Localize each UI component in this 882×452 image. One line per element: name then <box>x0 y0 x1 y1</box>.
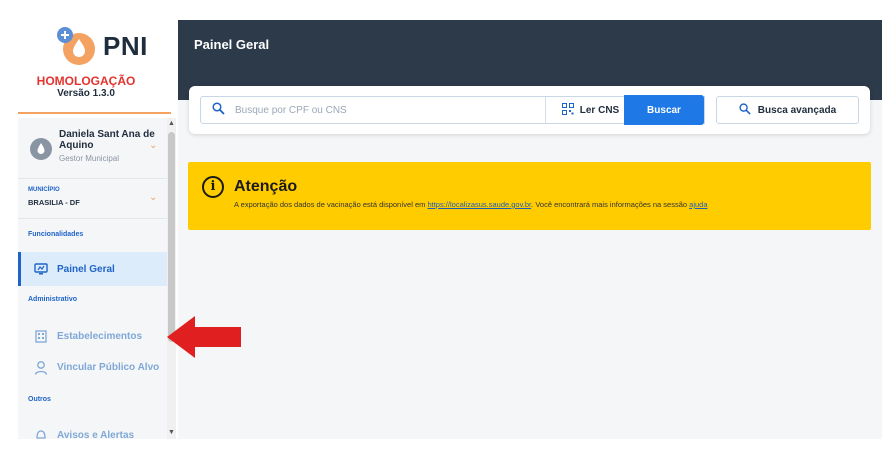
main-content <box>178 100 882 439</box>
avatar <box>30 138 52 160</box>
user-name: Daniela Sant Ana de Aquino <box>59 129 155 151</box>
user-menu[interactable]: Daniela Sant Ana de Aquino Gestor Munici… <box>18 120 167 176</box>
search-icon <box>739 102 751 118</box>
chevron-down-icon[interactable]: ⌄ <box>149 192 157 203</box>
ler-cns-button[interactable]: Ler CNS <box>546 97 635 123</box>
help-link[interactable]: ajuda <box>689 200 707 209</box>
divider <box>18 178 167 179</box>
search-icon <box>212 102 225 118</box>
sidebar-item-vincular-publico-alvo[interactable]: Vincular Público Alvo <box>18 350 167 384</box>
environment-label: HOMOLOGAÇÃO <box>36 74 136 88</box>
alert-message: A exportação dos dados de vacinação está… <box>234 200 708 209</box>
busca-avancada-label: Busca avançada <box>757 104 837 116</box>
brand-divider <box>18 112 171 114</box>
pni-logo-icon <box>57 27 95 65</box>
search-input[interactable] <box>235 104 515 116</box>
qr-code-icon <box>561 102 574 118</box>
sidebar-scrollbar[interactable]: ▲ ▼ <box>167 118 176 439</box>
brand-name: PNI <box>103 30 148 61</box>
sidebar-item-label: Painel Geral <box>57 263 115 275</box>
search-card: Ler CNS Buscar Busca avançada <box>189 86 870 134</box>
chevron-down-icon[interactable]: ⌄ <box>149 140 157 151</box>
alert-text-middle: Você encontrará mais informações na sess… <box>535 200 688 209</box>
localizasus-link[interactable]: https://localizasus.saude.gov.br <box>427 200 531 209</box>
user-role: Gestor Municipal <box>59 154 120 163</box>
user-link-icon <box>34 360 48 375</box>
sidebar-item-painel-geral[interactable]: Painel Geral <box>18 252 167 286</box>
header-bar: Painel Geral <box>178 20 882 68</box>
sidebar-item-avisos-e-alertas[interactable]: Avisos e Alertas <box>18 418 167 452</box>
sidebar-item-label: Estabelecimentos <box>57 330 143 342</box>
buscar-button[interactable]: Buscar <box>624 95 704 125</box>
annotation-arrow-icon <box>167 316 241 358</box>
info-icon: i <box>202 176 224 198</box>
section-label-outros: Outros <box>28 396 51 403</box>
drop-icon <box>37 143 45 154</box>
section-label-funcionalidades: Funcionalidades <box>28 231 84 238</box>
scroll-down-icon[interactable]: ▼ <box>168 429 175 437</box>
section-label-administrativo: Administrativo <box>28 296 78 303</box>
divider <box>18 218 167 219</box>
alert-text-before: A exportação dos dados de vacinação está… <box>234 200 426 209</box>
ler-cns-label: Ler CNS <box>579 104 620 116</box>
app-root: PNI HOMOLOGAÇÃO Versão 1.3.0 Daniela San… <box>0 0 882 441</box>
dashboard-icon <box>34 262 48 276</box>
page-title: Painel Geral <box>194 37 270 52</box>
sidebar-item-estabelecimentos[interactable]: Estabelecimentos <box>18 319 167 353</box>
attention-alert: i Atenção A exportação dos dados de vaci… <box>188 162 871 230</box>
version-label: Versão 1.3.0 <box>57 88 115 99</box>
scroll-up-icon[interactable]: ▲ <box>168 120 175 128</box>
logo: PNI <box>55 22 148 70</box>
alert-title: Atenção <box>234 178 298 195</box>
bell-icon <box>34 428 48 442</box>
municipio-select[interactable]: BRASILIA - DF <box>28 198 80 207</box>
sidebar-item-label: Vincular Público Alvo <box>57 361 160 373</box>
scrollbar-thumb[interactable] <box>168 132 175 342</box>
municipio-label: MUNICÍPIO <box>28 187 60 193</box>
building-icon <box>34 329 48 343</box>
busca-avancada-button[interactable]: Busca avançada <box>716 96 859 124</box>
